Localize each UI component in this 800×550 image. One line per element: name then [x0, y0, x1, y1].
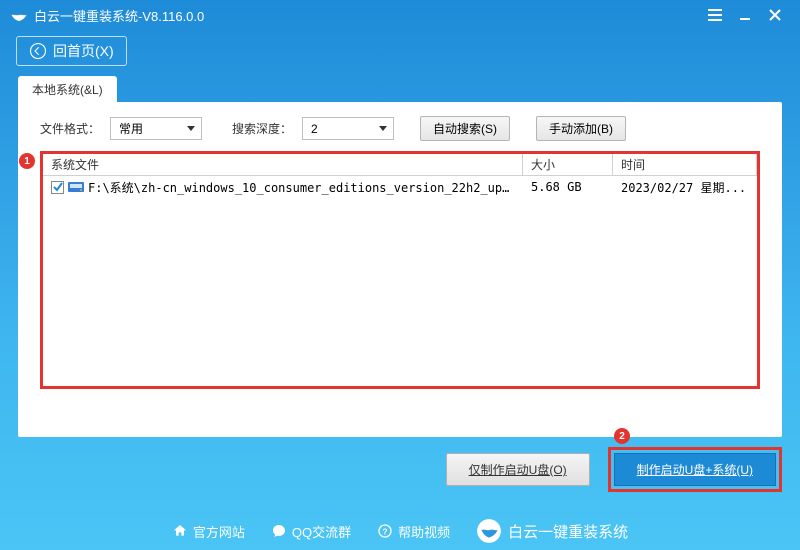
auto-search-label: 自动搜索(S): [433, 122, 497, 136]
home-icon: [172, 523, 188, 539]
make-usb-system-label: 制作启动U盘+系统(U): [637, 463, 753, 477]
svg-text:?: ?: [382, 526, 387, 536]
help-icon: ?: [377, 523, 393, 539]
cell-file: F:\系统\zh-cn_windows_10_consumer_editions…: [43, 179, 523, 196]
chevron-down-icon: [187, 126, 195, 131]
footer: 官方网站 QQ交流群 ? 帮助视频 白云一键重装系统: [0, 512, 800, 550]
make-usb-system-button[interactable]: 制作启动U盘+系统(U): [614, 453, 776, 486]
tabstrip: 本地系统(&L): [18, 76, 117, 103]
titlebar: 白云一键重装系统-V8.116.0.0: [0, 0, 800, 30]
search-depth-value: 2: [311, 122, 318, 136]
make-usb-only-button[interactable]: 仅制作启动U盘(O): [446, 453, 590, 486]
search-depth-label: 搜索深度：: [232, 120, 292, 137]
qq-group-link[interactable]: QQ交流群: [271, 522, 351, 541]
footer-brand-label: 白云一键重装系统: [508, 521, 628, 542]
cell-time: 2023/02/27 星期...: [613, 179, 757, 196]
col-size[interactable]: 大小: [523, 154, 613, 175]
file-format-value: 常用: [119, 120, 143, 137]
make-usb-only-label: 仅制作启动U盘(O): [469, 463, 567, 477]
file-format-select[interactable]: 常用: [110, 117, 202, 140]
manual-add-label: 手动添加(B): [549, 122, 613, 136]
controls-row: 文件格式： 常用 搜索深度： 2 自动搜索(S) 手动添加(B): [18, 102, 782, 151]
chevron-down-icon: [379, 126, 387, 131]
manual-add-button[interactable]: 手动添加(B): [536, 116, 626, 141]
disk-icon: [68, 180, 84, 194]
back-arrow-icon: [29, 42, 47, 60]
app-window: 白云一键重装系统-V8.116.0.0 回首页(X) 本地系统(&L) 文件格式…: [0, 0, 800, 550]
action-buttons: 仅制作启动U盘(O) 2 制作启动U盘+系统(U): [446, 447, 782, 492]
row-checkbox[interactable]: [51, 181, 64, 194]
qq-group-label: QQ交流群: [292, 522, 351, 541]
file-table: 1 系统文件 大小 时间 F:\系统\zh-cn_windows_10_cons…: [40, 151, 760, 389]
cell-file-text: F:\系统\zh-cn_windows_10_consumer_editions…: [88, 179, 515, 196]
back-home-button[interactable]: 回首页(X): [16, 36, 127, 66]
app-logo-icon: [10, 6, 28, 24]
official-site-link[interactable]: 官方网站: [172, 522, 245, 541]
auto-search-button[interactable]: 自动搜索(S): [420, 116, 510, 141]
cell-size: 5.68 GB: [523, 180, 613, 194]
back-home-label: 回首页(X): [53, 41, 114, 61]
table-row[interactable]: F:\系统\zh-cn_windows_10_consumer_editions…: [43, 176, 757, 198]
official-site-label: 官方网站: [193, 522, 245, 541]
callout-badge-2: 2: [614, 428, 630, 444]
window-title: 白云一键重装系统-V8.116.0.0: [34, 6, 700, 25]
main-panel: 本地系统(&L) 文件格式： 常用 搜索深度： 2 自动搜索(S): [18, 102, 782, 437]
table-header: 系统文件 大小 时间: [43, 154, 757, 176]
brand-bird-icon: [476, 518, 502, 544]
help-video-link[interactable]: ? 帮助视频: [377, 522, 450, 541]
file-format-label: 文件格式：: [40, 120, 100, 137]
footer-brand: 白云一键重装系统: [476, 518, 628, 544]
tab-local-system[interactable]: 本地系统(&L): [18, 76, 117, 103]
minimize-button[interactable]: [730, 5, 760, 25]
col-file[interactable]: 系统文件: [43, 154, 523, 175]
search-depth-select[interactable]: 2: [302, 117, 394, 140]
chat-icon: [271, 523, 287, 539]
nav-row: 回首页(X): [0, 30, 800, 76]
primary-action-highlight: 2 制作启动U盘+系统(U): [608, 447, 782, 492]
help-video-label: 帮助视频: [398, 522, 450, 541]
tab-local-label: 本地系统(&L): [32, 83, 103, 97]
close-button[interactable]: [760, 5, 790, 25]
menu-button[interactable]: [700, 5, 730, 25]
col-time[interactable]: 时间: [613, 154, 757, 175]
callout-badge-1: 1: [19, 153, 35, 169]
